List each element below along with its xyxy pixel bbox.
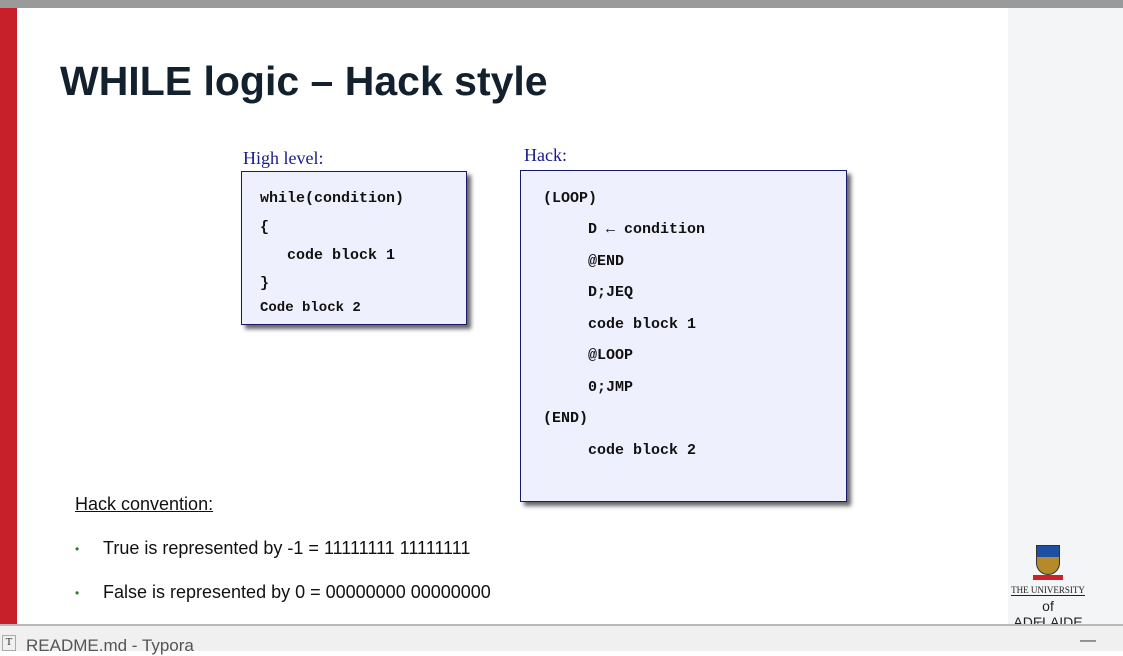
code-line: code block 2 [543,442,697,459]
high-level-label: High level: [243,148,324,168]
logo-line1: THE UNIVERSITY [1011,585,1085,596]
top-bar [0,0,1123,8]
code-line: D;JEQ [543,284,634,301]
window-taskbar[interactable]: T README.md - Typora — [0,624,1123,655]
slide: WHILE logic – Hack style High level: whi… [0,8,1123,624]
crest-icon [1036,545,1060,575]
code-line: @LOOP [543,347,634,364]
code-line: code block 1 [543,316,697,333]
code-line: Code block 2 [260,300,361,316]
bullet-icon: • [75,586,80,600]
convention-heading: Hack convention: [75,494,214,514]
slide-title: WHILE logic – Hack style [60,58,548,104]
code-line: { [260,219,270,236]
code-line: (LOOP) [543,190,598,207]
logo-line2: of ADELAIDE [1013,598,1083,624]
high-level-code-box: while(condition) { code block 1 } Code b… [241,171,467,325]
hack-code-box: (LOOP) D ← condition @END D;JEQ code blo… [520,170,847,502]
code-line: (END) [543,410,589,427]
typora-app-icon: T [2,635,16,651]
red-accent-bar [0,8,17,624]
university-logo: THE UNIVERSITY of ADELAIDE [1008,545,1088,624]
code-line: code block 1 [260,247,396,264]
code-line: } [260,275,270,292]
hack-label: Hack: [524,145,567,165]
code-line: @END [543,253,625,270]
code-line: while(condition) [260,190,405,207]
code-line: 0;JMP [543,379,634,396]
crest-ribbon [1033,575,1063,580]
code-line: D ← condition [543,221,706,238]
minimize-button[interactable]: — [1080,632,1096,650]
window-title: README.md - Typora [26,636,194,655]
bullet-icon: • [75,542,80,556]
